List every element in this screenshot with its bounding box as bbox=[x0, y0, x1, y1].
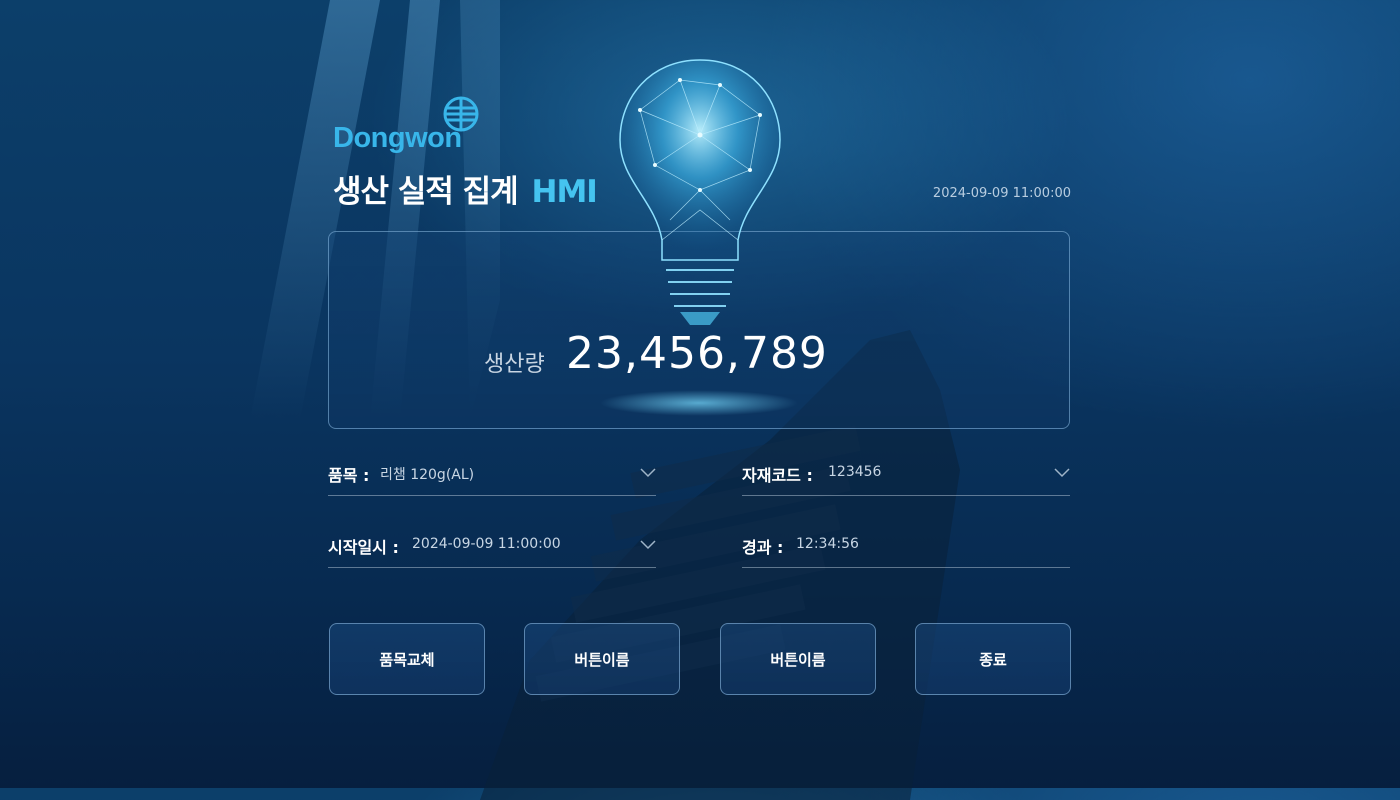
action-button-2[interactable]: 버튼이름 bbox=[524, 623, 680, 695]
dongwon-logo: Dongwon bbox=[333, 96, 493, 156]
elapsed-value: 12:34:56 bbox=[796, 536, 859, 552]
material-code-field[interactable]: 자재코드 : 123456 bbox=[742, 456, 1070, 496]
elapsed-field: 경과 : 12:34:56 bbox=[742, 528, 1070, 568]
start-time-field[interactable]: 시작일시 : 2024-09-09 11:00:00 bbox=[328, 528, 656, 568]
production-label: 생산량 bbox=[484, 352, 545, 377]
item-label: 품목 : bbox=[328, 466, 370, 485]
item-value: 리챔 120g(AL) bbox=[380, 467, 475, 483]
app-title-accent: HMI bbox=[531, 174, 598, 210]
logo-text: Dongwon bbox=[333, 122, 462, 154]
start-time-value: 2024-09-09 11:00:00 bbox=[412, 536, 561, 552]
elapsed-label: 경과 : bbox=[742, 538, 784, 557]
lightbulb-icon bbox=[619, 59, 781, 325]
app-title: 생산 실적 집계 HMI bbox=[333, 166, 598, 211]
panel-glow bbox=[599, 390, 799, 416]
exit-button[interactable]: 종료 bbox=[915, 623, 1071, 695]
item-field[interactable]: 품목 : 리챔 120g(AL) bbox=[328, 456, 656, 496]
production-value: 23,456,789 bbox=[566, 328, 828, 379]
material-code-label: 자재코드 : bbox=[742, 466, 813, 485]
action-button-3[interactable]: 버튼이름 bbox=[720, 623, 876, 695]
app-title-main: 생산 실적 집계 bbox=[333, 174, 519, 210]
chevron-down-icon[interactable] bbox=[640, 540, 656, 550]
material-code-value: 123456 bbox=[828, 464, 882, 480]
start-time-label: 시작일시 : bbox=[328, 538, 399, 557]
change-item-button[interactable]: 품목교체 bbox=[329, 623, 485, 695]
chevron-down-icon[interactable] bbox=[1054, 468, 1070, 478]
chevron-down-icon[interactable] bbox=[640, 468, 656, 478]
current-datetime: 2024-09-09 11:00:00 bbox=[932, 186, 1071, 201]
